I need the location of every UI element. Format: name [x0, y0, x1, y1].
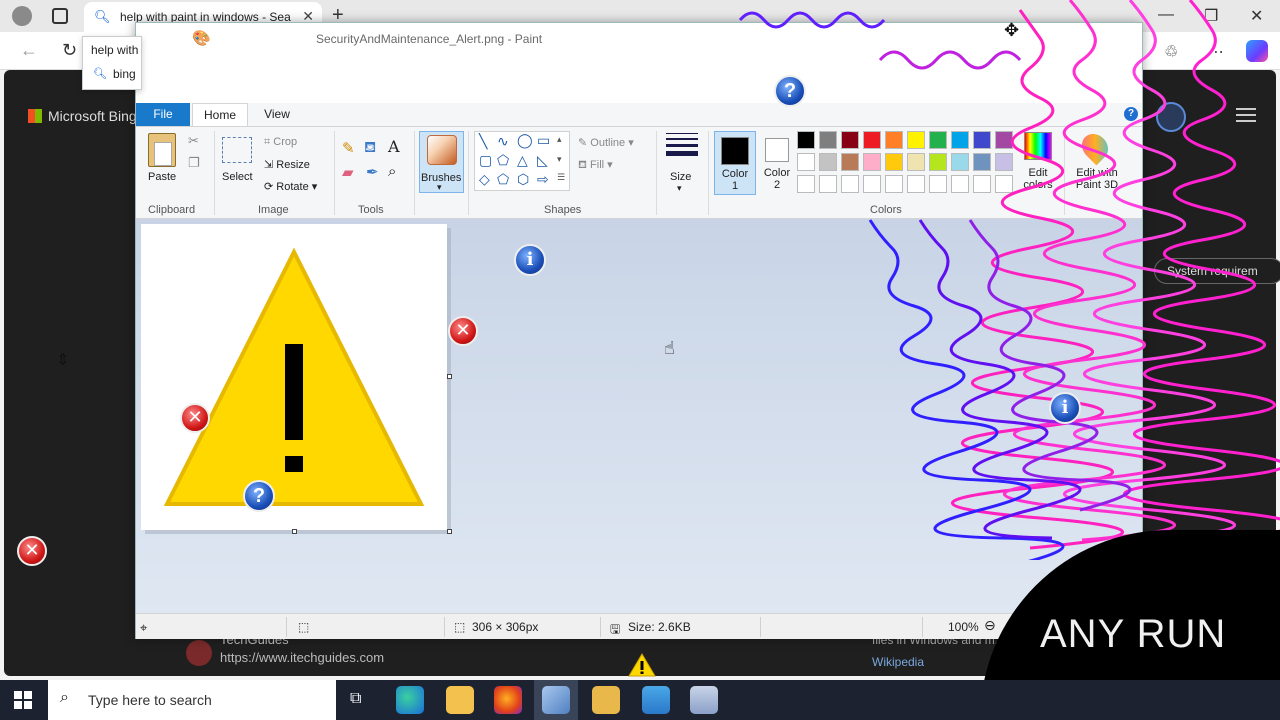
result-url[interactable]: https://www.itechguides.com [220, 650, 384, 665]
tab-file[interactable]: File [136, 103, 190, 126]
error-icon: ✕ [17, 536, 47, 566]
file-size: Size: 2.6KB [628, 620, 691, 634]
address-dropdown[interactable]: help with 🔍︎ bing [82, 36, 142, 90]
folder-icon[interactable] [592, 686, 620, 714]
cursor-position-icon: ⌖ [140, 620, 148, 635]
rectangle-shape-icon[interactable]: ▭ [537, 132, 550, 149]
bing-logo[interactable]: Microsoft Bing [28, 108, 138, 124]
control-panel-icon[interactable] [690, 686, 718, 714]
clipboard-group-label: Clipboard [148, 204, 196, 216]
magnifier-icon[interactable]: ⌕ [388, 163, 396, 180]
search-icon: ⌕ [60, 689, 69, 706]
brush-icon [427, 135, 457, 165]
anyrun-watermark: ANY RUN [1040, 612, 1227, 656]
taskbar-search[interactable]: ⌕ Type here to search [48, 680, 336, 720]
warning-icon [628, 653, 656, 677]
disk-icon: 🖫 [610, 622, 621, 636]
tab-view[interactable]: View [254, 103, 300, 126]
arrow-shape-icon[interactable]: ⇨ [537, 171, 549, 188]
triangle-shape-icon[interactable]: △ [517, 152, 528, 169]
shapes-group-label: Shapes [544, 204, 582, 216]
taskbar: ⌕ Type here to search ⧉ [0, 680, 1280, 720]
selection-size-icon: ⬚ [298, 620, 310, 634]
text-icon[interactable]: A [388, 137, 400, 156]
right-triangle-shape-icon[interactable]: ◺ [537, 152, 548, 169]
image-size-icon: ⬚ [454, 620, 466, 634]
select-icon[interactable] [222, 137, 252, 163]
paint-taskbar-icon[interactable] [542, 686, 570, 714]
brushes-button[interactable]: Brushes ▾ [419, 131, 464, 193]
refresh-icon[interactable]: ↻ [62, 40, 77, 61]
firefox-icon[interactable] [494, 686, 522, 714]
select-button[interactable]: Select [222, 171, 253, 183]
error-icon: ✕ [180, 403, 210, 433]
size-icon[interactable] [666, 133, 698, 160]
question-icon: ? [243, 480, 275, 512]
outline-button[interactable]: ✎ Outline ▾ [578, 136, 634, 149]
hand-cursor-icon: ☝ [664, 338, 675, 358]
warning-triangle-image [163, 247, 425, 506]
paste-icon[interactable] [148, 133, 176, 167]
resize-handle-corner[interactable] [447, 529, 452, 534]
paste-button[interactable]: Paste [148, 171, 176, 183]
image-canvas[interactable] [141, 224, 447, 530]
cut-icon[interactable]: ✂ [188, 133, 199, 149]
edge-icon[interactable] [396, 686, 424, 714]
crop-button[interactable]: ⌗ Crop [264, 136, 297, 149]
back-icon[interactable]: ← [20, 40, 38, 61]
error-icon: ✕ [448, 316, 478, 346]
hexagon-shape-icon[interactable]: ⬡ [517, 171, 529, 188]
start-button[interactable] [14, 691, 32, 709]
wikipedia-link[interactable]: Wikipedia [872, 655, 924, 669]
fill-button[interactable]: ⛾ Fill ▾ [578, 158, 613, 173]
tab-home[interactable]: Home [192, 103, 248, 126]
question-icon: ? [774, 75, 806, 107]
info-icon: i [514, 244, 546, 276]
oval-shape-icon[interactable]: ◯ [517, 132, 533, 149]
info-icon: i [1049, 392, 1081, 424]
rounded-rect-shape-icon[interactable]: ▢ [479, 152, 492, 169]
diamond-shape-icon[interactable]: ◇ [479, 171, 490, 188]
status-bar: ⌖ ⬚ ⬚ 306 × 306px 🖫 Size: 2.6KB 100% ⊖ [136, 613, 1142, 639]
color-picker-icon[interactable]: ✒ [366, 163, 379, 181]
tab-actions-icon[interactable] [52, 8, 68, 24]
taskbar-search-placeholder: Type here to search [88, 692, 212, 708]
resize-handle-right[interactable] [447, 374, 452, 379]
result-favicon [186, 640, 212, 666]
polygon-shape-icon[interactable]: ⬠ [497, 152, 509, 169]
zoom-out-icon[interactable]: ⊖ [984, 617, 996, 634]
move-cursor-icon: ✥ [1004, 20, 1020, 40]
pentagon-shape-icon[interactable]: ⬠ [497, 171, 509, 188]
task-view-icon[interactable]: ⧉ [350, 690, 361, 708]
resize-cursor-icon: ⇕ [56, 352, 70, 369]
resize-handle-bottom[interactable] [292, 529, 297, 534]
squiggle-drawing [738, 0, 1280, 560]
size-button[interactable]: Size [670, 171, 691, 183]
expand-icon[interactable]: ☰ [557, 172, 565, 183]
profile-avatar[interactable] [12, 6, 32, 26]
zoom-level: 100% [948, 620, 979, 634]
scroll-up-icon[interactable]: ▴ [557, 134, 562, 145]
window-title: SecurityAndMaintenance_Alert.png - Paint [316, 32, 543, 46]
scroll-down-icon[interactable]: ▾ [557, 154, 562, 165]
rotate-button[interactable]: ⟳ Rotate ▾ [264, 180, 317, 193]
curve-shape-icon[interactable]: ∿ [497, 133, 509, 150]
resize-button[interactable]: ⇲ Resize [264, 158, 310, 171]
image-dimensions: 306 × 306px [472, 620, 539, 634]
line-shape-icon[interactable]: ╲ [479, 133, 487, 150]
pencil-icon[interactable]: ✎ [342, 139, 355, 157]
paint-app-icon[interactable]: 🎨 [192, 29, 211, 47]
shapes-gallery[interactable]: ╲ ∿ ◯ ▭ ▢ ⬠ △ ◺ ◇ ⬠ ⬡ ⇨ ▴ ▾ ☰ [474, 131, 570, 191]
tools-group-label: Tools [358, 204, 384, 216]
suggestion-item[interactable]: bing [113, 67, 136, 81]
address-input[interactable]: help with [91, 43, 138, 57]
eraser-icon[interactable]: ▰ [342, 163, 354, 181]
suggestion-search-icon: 🔍︎ [93, 68, 107, 80]
copy-icon[interactable]: ❐ [188, 155, 200, 171]
search-icon: 🔍︎ [94, 9, 111, 24]
image-group-label: Image [258, 204, 289, 216]
file-explorer-icon[interactable] [446, 686, 474, 714]
fill-icon[interactable]: ⛾ [364, 139, 376, 158]
app-window-icon[interactable] [642, 686, 670, 714]
